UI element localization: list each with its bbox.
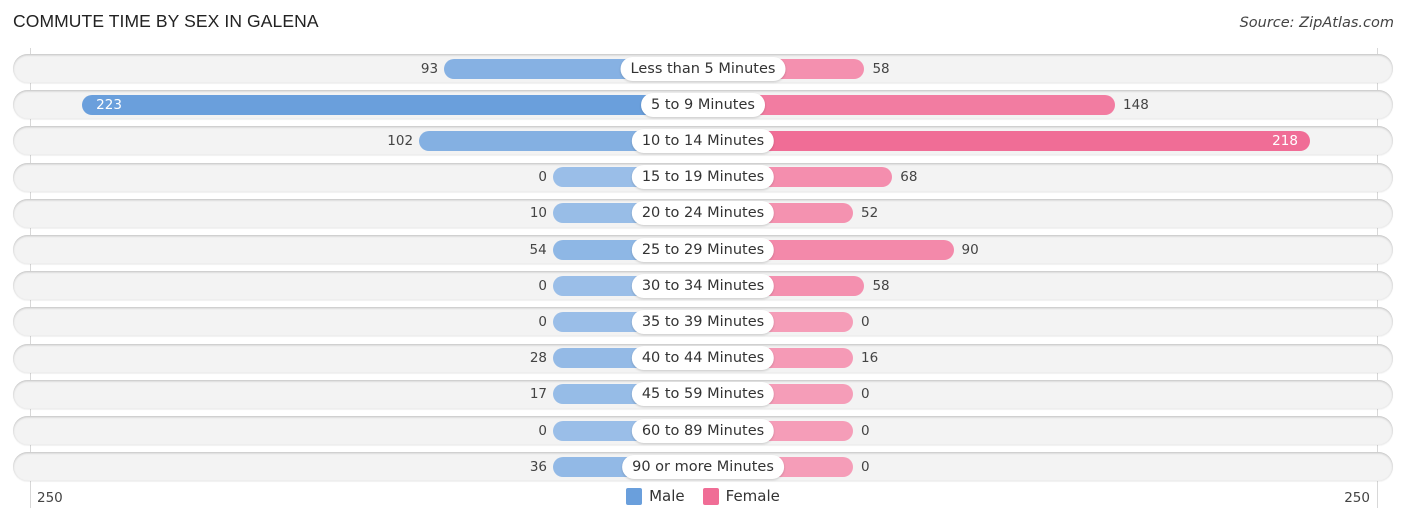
category-label: 45 to 59 Minutes: [631, 382, 775, 407]
value-label-male: 28: [529, 350, 547, 367]
value-label-male: 93: [420, 60, 439, 77]
category-label: Less than 5 Minutes: [620, 56, 786, 81]
legend: Male Female: [0, 487, 1406, 505]
value-label-male: 0: [538, 422, 547, 439]
value-label-female: 16: [861, 350, 879, 367]
value-label-male: 54: [529, 241, 547, 258]
value-label-male: 223: [96, 96, 122, 113]
value-label-female: 0: [861, 313, 870, 330]
value-label-female: 52: [861, 205, 879, 222]
value-label-female: 58: [872, 60, 890, 77]
category-label: 15 to 19 Minutes: [631, 165, 775, 190]
category-label: 5 to 9 Minutes: [641, 92, 765, 117]
bar-male[interactable]: [82, 94, 703, 115]
value-label-female: 90: [961, 241, 979, 258]
category-label: 20 to 24 Minutes: [631, 201, 775, 226]
value-label-female: 68: [900, 169, 918, 186]
value-label-female: 0: [861, 458, 870, 475]
legend-item-female[interactable]: Female: [702, 487, 780, 505]
category-label: 30 to 34 Minutes: [631, 273, 775, 298]
value-label-male: 36: [529, 458, 547, 475]
value-label-female: 58: [872, 277, 890, 294]
value-label-female: 148: [1123, 96, 1149, 113]
legend-label-female: Female: [725, 487, 780, 505]
legend-label-male: Male: [649, 487, 685, 505]
legend-swatch-female: [702, 487, 719, 505]
value-label-female: 0: [861, 422, 870, 439]
value-label-male: 10: [529, 205, 547, 222]
bar-female[interactable]: [703, 130, 1310, 151]
value-label-male: 17: [529, 386, 547, 403]
value-label-male: 0: [538, 277, 547, 294]
value-label-female: 0: [861, 386, 870, 403]
category-label: 10 to 14 Minutes: [631, 128, 775, 153]
category-label: 40 to 44 Minutes: [631, 346, 775, 371]
legend-item-male[interactable]: Male: [626, 487, 685, 505]
category-label: 90 or more Minutes: [622, 454, 784, 479]
value-label-male: 102: [387, 132, 414, 149]
value-label-male: 0: [538, 169, 547, 186]
category-label: 35 to 39 Minutes: [631, 309, 775, 334]
chart-area: 93 58 Less than 5 Minutes 223 148 5 to 9 Minu…: [0, 0, 1406, 523]
legend-swatch-male: [626, 487, 643, 505]
value-label-female: 218: [1272, 132, 1298, 149]
category-label: 25 to 29 Minutes: [631, 237, 775, 262]
value-label-male: 0: [538, 313, 547, 330]
category-label: 60 to 89 Minutes: [631, 418, 775, 443]
